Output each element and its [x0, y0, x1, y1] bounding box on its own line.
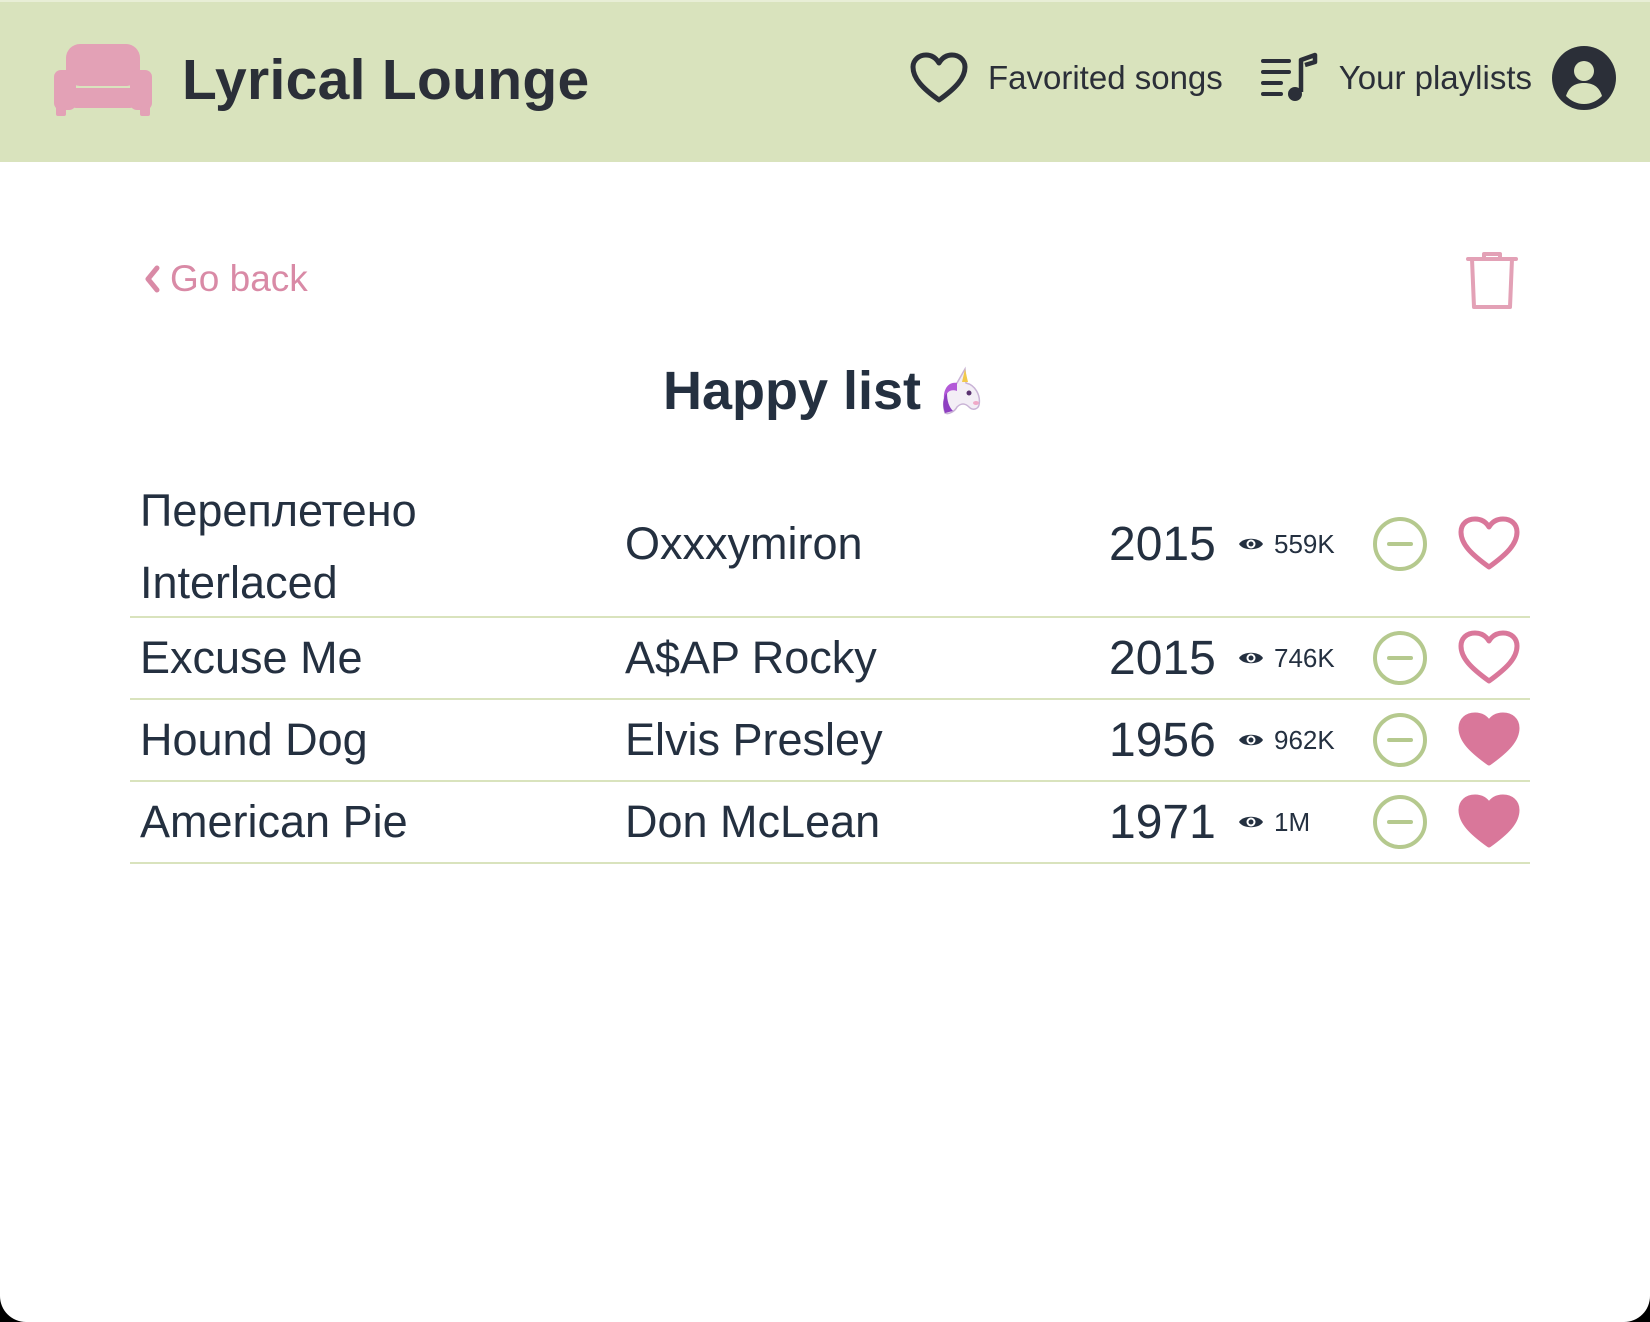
favorite-toggle[interactable] [1458, 700, 1520, 780]
song-views: 1M [1238, 782, 1310, 862]
minus-circle-icon [1373, 631, 1427, 685]
minus-circle-icon [1373, 517, 1427, 571]
song-views: 559K [1238, 478, 1335, 616]
song-title-line-2: Interlaced [140, 557, 338, 608]
song-views-count: 1M [1274, 806, 1311, 837]
table-row: American Pie Don McLean 1971 1M [130, 782, 1530, 864]
app-window: Lyrical Lounge Favorited songs Your play… [0, 0, 1650, 1322]
song-title: Переплетено Interlaced [140, 478, 610, 616]
song-title: Excuse Me [140, 632, 363, 683]
heart-filled-icon [1458, 794, 1520, 848]
nav-favorited-songs[interactable]: Favorited songs [910, 52, 1223, 104]
song-title-line-1: Переплетено [140, 485, 417, 536]
song-artist: Don McLean [625, 796, 881, 847]
song-artist: Elvis Presley [625, 714, 883, 765]
song-year: 1971 [1109, 795, 1216, 849]
eye-icon [1239, 538, 1263, 550]
table-row: Hound Dog Elvis Presley 1956 962K [130, 700, 1530, 782]
brand[interactable]: Lyrical Lounge [54, 44, 590, 116]
song-list: Переплетено Interlaced Oxxxymiron 2015 5… [130, 478, 1530, 864]
song-year: 1956 [1109, 713, 1216, 767]
nav-playlists-label: Your playlists [1338, 59, 1532, 96]
heart-outline-icon [1458, 516, 1520, 570]
song-title: American Pie [140, 796, 408, 847]
eye-icon [1239, 652, 1263, 664]
eye-icon [1239, 734, 1263, 746]
table-row: Excuse Me A$AP Rocky 2015 746K [130, 618, 1530, 700]
remove-song-button[interactable] [1372, 618, 1428, 698]
nav-your-playlists[interactable]: Your playlists [1260, 52, 1532, 104]
song-year: 2015 [1109, 631, 1216, 685]
go-back-label: Go back [170, 258, 308, 299]
heart-outline-icon [1458, 630, 1520, 684]
remove-song-button[interactable] [1372, 782, 1428, 862]
user-avatar-icon[interactable] [1552, 46, 1616, 110]
playlist-music-icon [1260, 52, 1318, 101]
app-title: Lyrical Lounge [182, 48, 590, 112]
trash-icon[interactable] [1466, 251, 1518, 311]
playlist-title: Happy list [0, 360, 1650, 422]
song-year: 2015 [1109, 517, 1216, 571]
favorite-toggle[interactable] [1458, 782, 1520, 862]
heart-outline-icon [910, 52, 968, 103]
minus-circle-icon [1373, 795, 1427, 849]
remove-song-button[interactable] [1372, 700, 1428, 780]
go-back-link[interactable]: Go back [144, 258, 308, 300]
minus-circle-icon [1373, 713, 1427, 767]
remove-song-button[interactable] [1372, 478, 1428, 616]
table-row: Переплетено Interlaced Oxxxymiron 2015 5… [130, 478, 1530, 618]
eye-icon [1239, 816, 1263, 828]
song-artist: A$AP Rocky [625, 632, 877, 683]
song-views: 962K [1238, 700, 1335, 780]
navbar: Lyrical Lounge Favorited songs Your play… [0, 0, 1650, 162]
song-views: 746K [1238, 618, 1335, 698]
nav-favorited-label: Favorited songs [987, 59, 1223, 96]
playlist-title-text: Happy list [662, 361, 922, 421]
nav-links: Favorited songs Your playlists [910, 46, 1616, 110]
song-views-count: 962K [1274, 724, 1335, 755]
chevron-left-icon [145, 265, 160, 293]
heart-filled-icon [1458, 712, 1520, 766]
song-artist: Oxxxymiron [625, 518, 863, 569]
favorite-toggle[interactable] [1458, 618, 1520, 698]
unicorn-emoji [943, 366, 981, 415]
song-views-count: 746K [1274, 642, 1335, 673]
sofa-icon [54, 44, 152, 116]
song-views-count: 559K [1274, 528, 1335, 559]
song-title: Hound Dog [140, 714, 368, 765]
favorite-toggle[interactable] [1458, 478, 1520, 616]
